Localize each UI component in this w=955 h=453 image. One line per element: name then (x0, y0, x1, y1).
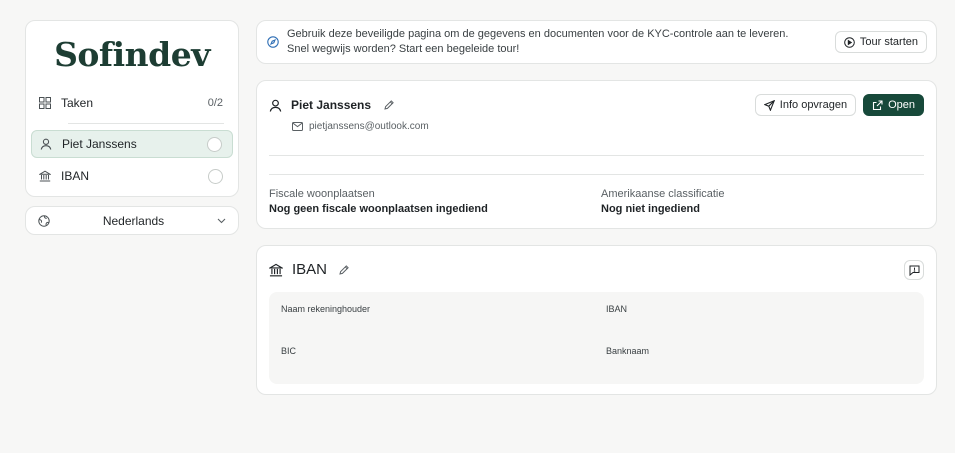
iban-card: IBAN Naam rekeninghouder IBAN BIC Bankna… (256, 245, 937, 395)
status-circle-icon (208, 168, 223, 184)
request-info-button[interactable]: Info opvragen (754, 94, 857, 116)
request-info-label: Info opvragen (779, 99, 848, 111)
grid-icon (39, 97, 51, 109)
bank-icon (269, 263, 283, 277)
start-tour-label: Tour starten (859, 36, 918, 48)
language-select[interactable]: Nederlands (25, 206, 239, 235)
send-icon (763, 99, 775, 111)
edit-pencil-icon[interactable] (338, 264, 350, 276)
tax-residence-value: Nog geen fiscale woonplaatsen ingediend (269, 203, 488, 215)
sidebar-item-label: Piet Janssens (62, 137, 137, 151)
play-circle-icon (844, 36, 855, 48)
account-holder-label: Naam rekeninghouder (281, 304, 371, 314)
person-name: Piet Janssens (291, 98, 372, 112)
info-banner: Gebruik deze beveiligde pagina om de geg… (256, 20, 937, 64)
sidebar-item-label: Taken (61, 96, 94, 110)
sidebar: Sofindev Taken 0/2 Piet Janssens IBAN (25, 20, 239, 197)
iban-fields-panel: Naam rekeninghouder IBAN BIC Banknaam (269, 292, 924, 384)
bank-icon (39, 170, 51, 182)
mail-icon (292, 122, 303, 131)
iban-header: IBAN (269, 261, 350, 278)
person-card: Piet Janssens pietjanssens@outlook.com I… (256, 80, 937, 229)
sidebar-item-iban[interactable]: IBAN (31, 162, 233, 190)
edit-pencil-icon[interactable] (383, 99, 395, 111)
tax-residence-label: Fiscale woonplaatsen (269, 188, 375, 200)
compass-icon (267, 36, 279, 48)
iban-label: IBAN (606, 304, 628, 314)
us-classification-value: Nog niet ingediend (601, 203, 700, 215)
divider (269, 155, 924, 156)
person-email: pietjanssens@outlook.com (309, 121, 429, 132)
sidebar-item-tasks[interactable]: Taken 0/2 (31, 89, 233, 117)
open-label: Open (888, 99, 915, 111)
bic-label: BIC (281, 346, 297, 356)
banner-text: Gebruik deze beveiligde pagina om de geg… (287, 28, 789, 55)
comment-button[interactable] (904, 260, 924, 280)
task-count-badge: 0/2 (207, 97, 223, 109)
language-label: Nederlands (102, 213, 165, 228)
iban-title: IBAN (292, 261, 328, 278)
bank-name-label: Banknaam (606, 346, 650, 356)
sidebar-item-piet-janssens[interactable]: Piet Janssens (31, 130, 233, 158)
message-alert-icon (909, 265, 920, 276)
us-classification-label: Amerikaanse classificatie (601, 188, 725, 200)
person-header: Piet Janssens (269, 98, 395, 112)
status-circle-icon (207, 136, 222, 152)
divider (68, 123, 224, 124)
user-icon (40, 138, 52, 150)
person-actions: Info opvragen Open (754, 94, 924, 116)
person-email-row: pietjanssens@outlook.com (292, 121, 429, 132)
divider (269, 174, 924, 175)
open-button[interactable]: Open (863, 94, 924, 116)
chevron-down-icon (217, 218, 226, 224)
user-icon (269, 99, 282, 112)
start-tour-button[interactable]: Tour starten (834, 31, 927, 53)
external-link-icon (872, 99, 883, 111)
globe-icon (38, 214, 50, 227)
logo: Sofindev (54, 35, 210, 74)
sidebar-item-label: IBAN (61, 169, 90, 183)
